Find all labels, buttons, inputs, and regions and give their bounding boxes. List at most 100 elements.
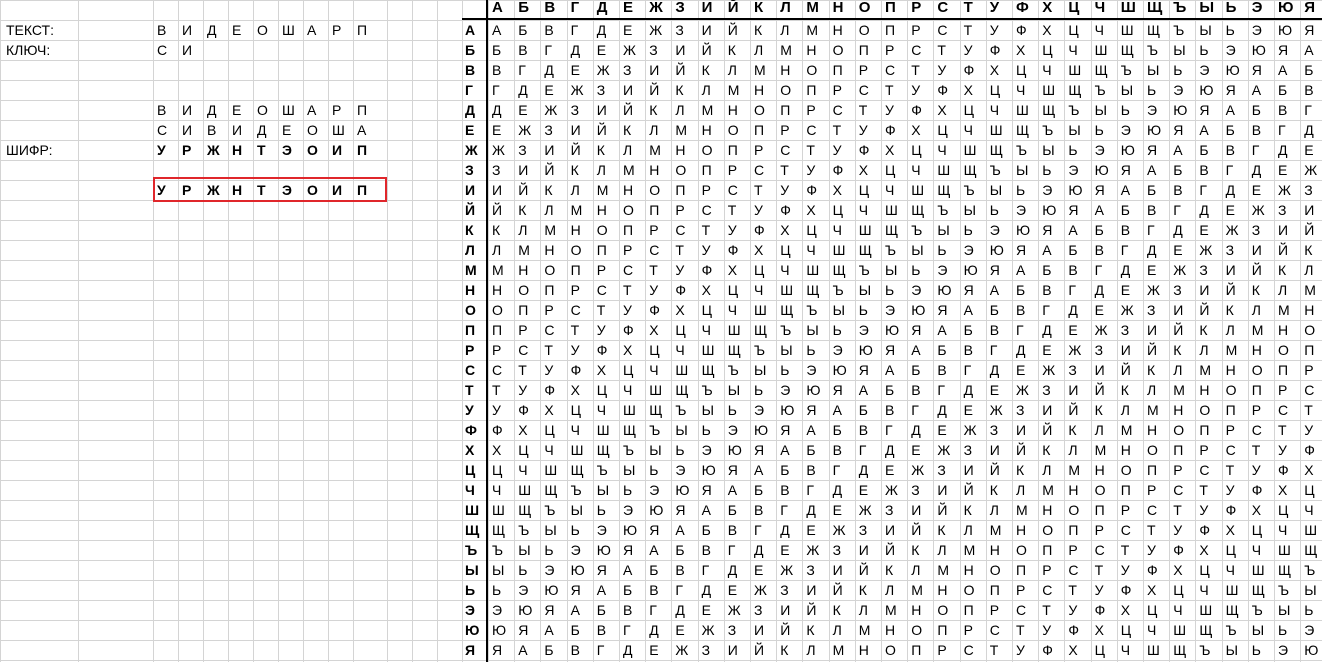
table-cell[interactable]: Л <box>859 600 868 620</box>
table-cell[interactable]: Щ <box>728 340 741 360</box>
table-cell[interactable]: Ъ <box>623 440 634 460</box>
table-cell[interactable]: Х <box>544 400 553 420</box>
table-cell[interactable]: Ф <box>1173 540 1184 560</box>
table-cell[interactable]: У <box>1278 440 1287 460</box>
table-cell[interactable]: Т <box>544 340 553 360</box>
table-cell[interactable]: А <box>833 400 842 420</box>
table-cell[interactable]: О <box>780 80 791 100</box>
table-cell[interactable]: П <box>518 300 528 320</box>
table-cell[interactable]: Г <box>780 500 788 520</box>
table-cell[interactable]: З <box>571 100 579 120</box>
table-cell[interactable]: Ш <box>1121 20 1134 40</box>
table-cell[interactable]: Л <box>623 140 632 160</box>
table-cell[interactable]: Ю <box>544 580 558 600</box>
table-cell[interactable]: Ч <box>1147 620 1156 640</box>
table-cell[interactable]: П <box>597 240 607 260</box>
table-cell[interactable]: Ъ <box>1095 80 1106 100</box>
table-cell[interactable]: Ф <box>1252 480 1263 500</box>
table-cell[interactable]: Э <box>571 540 581 560</box>
table-cell[interactable]: В <box>1304 80 1313 100</box>
table-cell[interactable]: П <box>1016 560 1026 580</box>
table-cell[interactable]: Г <box>1173 200 1181 220</box>
table-cell[interactable]: Ю <box>1095 160 1109 180</box>
table-cell[interactable]: Й <box>885 540 895 560</box>
table-cell[interactable]: Ь <box>571 520 580 540</box>
table-cell[interactable]: А <box>649 540 658 560</box>
table-cell[interactable]: Х <box>911 120 920 140</box>
table-cell[interactable]: Е <box>597 40 606 60</box>
table-cell[interactable]: Д <box>780 520 789 540</box>
table-cell[interactable]: А <box>1016 260 1025 280</box>
table-cell[interactable]: Ц <box>702 300 712 320</box>
table-cell[interactable]: У <box>780 180 789 200</box>
table-cell[interactable]: П <box>806 80 816 100</box>
table-cell[interactable]: Х <box>571 380 580 400</box>
table-cell[interactable]: Ш <box>1016 100 1029 120</box>
table-cell[interactable]: Ж <box>623 40 636 60</box>
table-cell[interactable]: Я <box>806 400 816 420</box>
table-cell[interactable]: А <box>675 520 684 540</box>
table-cell[interactable]: Я <box>1121 160 1131 180</box>
table-cell[interactable]: Ч <box>1016 80 1025 100</box>
table-cell[interactable]: Х <box>1121 600 1130 620</box>
table-col-header[interactable]: Ь <box>1226 0 1237 18</box>
table-cell[interactable]: Х <box>1278 480 1287 500</box>
table-cell[interactable]: Й <box>597 120 607 140</box>
table-cell[interactable]: П <box>1147 460 1157 480</box>
table-cell[interactable]: Г <box>492 80 500 100</box>
table-cell[interactable]: У <box>1173 520 1182 540</box>
table-cell[interactable]: Ч <box>1278 520 1287 540</box>
aligned-cipher-cell[interactable]: И <box>332 140 342 160</box>
aligned-key-cell[interactable]: В <box>207 120 216 140</box>
table-cell[interactable]: Й <box>492 200 502 220</box>
table-cell[interactable]: Д <box>675 600 684 620</box>
table-cell[interactable]: Ю <box>1304 640 1318 660</box>
table-cell[interactable]: Ф <box>937 80 948 100</box>
table-cell[interactable]: М <box>1016 500 1028 520</box>
table-cell[interactable]: О <box>1121 460 1132 480</box>
table-cell[interactable]: З <box>1068 360 1076 380</box>
table-cell[interactable]: П <box>1042 540 1052 560</box>
table-cell[interactable]: Щ <box>990 140 1003 160</box>
table-cell[interactable]: Ъ <box>1252 600 1263 620</box>
table-cell[interactable]: П <box>1278 360 1288 380</box>
table-cell[interactable]: Н <box>702 120 712 140</box>
table-cell[interactable]: А <box>1226 100 1235 120</box>
table-cell[interactable]: С <box>492 360 502 380</box>
table-cell[interactable]: Б <box>518 20 527 40</box>
table-cell[interactable]: Ъ <box>492 540 503 560</box>
table-cell[interactable]: Н <box>754 80 764 100</box>
table-cell[interactable]: Ю <box>518 600 532 620</box>
aligned-key-cell[interactable]: О <box>307 120 318 140</box>
table-cell[interactable]: И <box>885 520 895 540</box>
table-col-header[interactable]: Р <box>911 0 921 18</box>
table-cell[interactable]: М <box>728 80 740 100</box>
table-cell[interactable]: К <box>1095 400 1103 420</box>
table-cell[interactable]: Ы <box>1068 120 1080 140</box>
table-cell[interactable]: И <box>571 120 581 140</box>
table-cell[interactable]: П <box>571 260 581 280</box>
aligned-text-cell[interactable]: И <box>182 100 192 120</box>
table-cell[interactable]: И <box>859 540 869 560</box>
table-row-header[interactable]: Ю <box>465 620 479 640</box>
table-cell[interactable]: Е <box>544 80 553 100</box>
table-cell[interactable]: Ч <box>937 140 946 160</box>
table-cell[interactable]: З <box>1199 260 1207 280</box>
table-cell[interactable]: И <box>964 460 974 480</box>
table-cell[interactable]: А <box>1147 160 1156 180</box>
table-cell[interactable]: Й <box>571 140 581 160</box>
table-cell[interactable]: С <box>702 200 712 220</box>
table-row-header[interactable]: К <box>465 220 474 240</box>
table-cell[interactable]: Е <box>937 420 946 440</box>
table-cell[interactable]: С <box>544 320 554 340</box>
table-cell[interactable]: Й <box>649 80 659 100</box>
table-cell[interactable]: Ф <box>623 320 634 340</box>
table-cell[interactable]: Х <box>990 60 999 80</box>
table-cell[interactable]: Ш <box>649 380 662 400</box>
table-cell[interactable]: Щ <box>859 240 872 260</box>
table-cell[interactable]: Г <box>1095 260 1103 280</box>
table-cell[interactable]: К <box>964 500 972 520</box>
table-cell[interactable]: О <box>1304 320 1315 340</box>
table-cell[interactable]: Н <box>728 100 738 120</box>
aligned-key-cell[interactable]: Д <box>257 120 266 140</box>
